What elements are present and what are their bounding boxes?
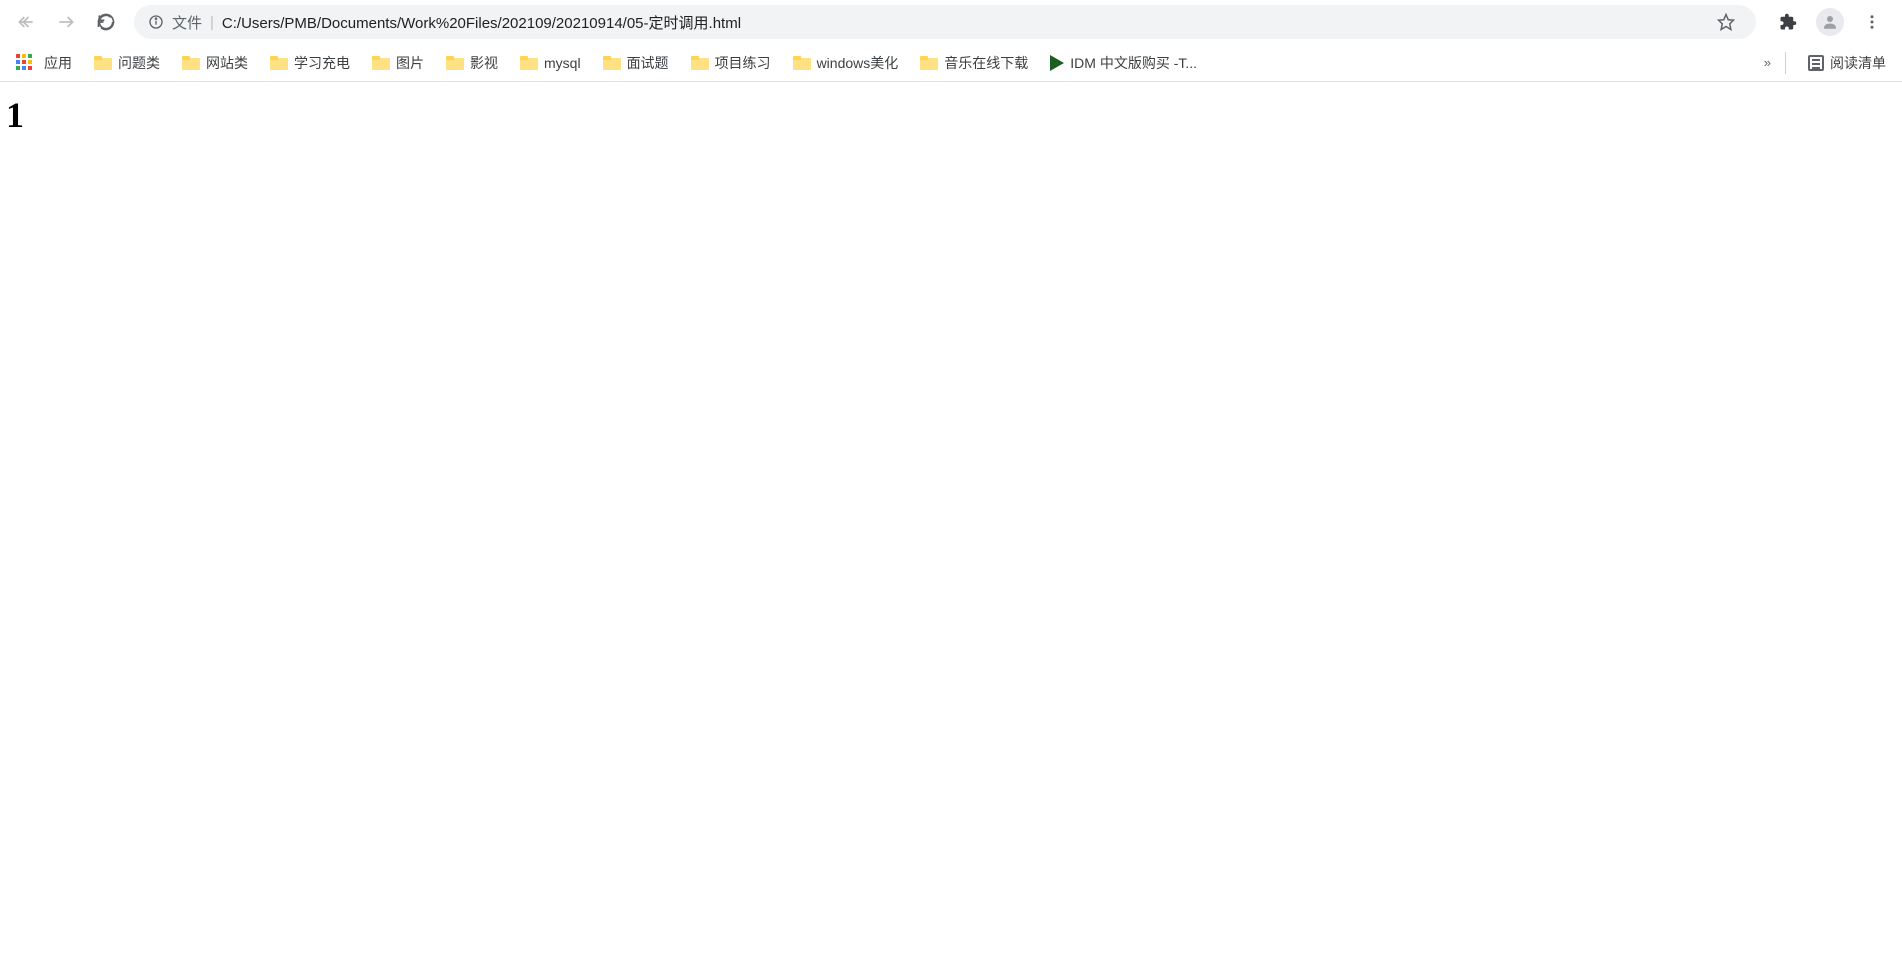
url-prefix: 文件 bbox=[172, 12, 202, 33]
bookmark-star-button[interactable] bbox=[1710, 6, 1742, 38]
divider bbox=[1785, 52, 1786, 74]
kebab-icon bbox=[1863, 13, 1881, 31]
star-icon bbox=[1717, 13, 1735, 31]
reading-list-icon bbox=[1808, 55, 1824, 71]
arrow-right-icon bbox=[56, 12, 76, 32]
apps-button[interactable]: 应用 bbox=[8, 49, 80, 77]
person-icon bbox=[1821, 13, 1839, 31]
folder-icon bbox=[94, 56, 112, 70]
info-icon[interactable] bbox=[148, 14, 164, 30]
reading-list-label: 阅读清单 bbox=[1830, 53, 1886, 73]
bookmark-folder[interactable]: 面试题 bbox=[595, 49, 677, 77]
address-bar[interactable]: 文件 | C:/Users/PMB/Documents/Work%20Files… bbox=[134, 5, 1756, 39]
bookmarks-bar: 应用 问题类 网站类 学习充电 图片 影视 mysql 面试题 项目练习 win… bbox=[0, 44, 1902, 82]
page-content: 1 bbox=[0, 82, 1902, 148]
back-button[interactable] bbox=[8, 4, 44, 40]
bookmark-label: 面试题 bbox=[627, 53, 669, 73]
toolbar-right-icons bbox=[1766, 6, 1894, 38]
bookmark-label: 项目练习 bbox=[715, 53, 771, 73]
bookmark-folder[interactable]: mysql bbox=[512, 51, 589, 75]
play-icon bbox=[1050, 55, 1064, 71]
bookmark-label: mysql bbox=[544, 55, 581, 71]
forward-button[interactable] bbox=[48, 4, 84, 40]
reload-icon bbox=[96, 12, 116, 32]
bookmark-folder[interactable]: 音乐在线下载 bbox=[912, 49, 1036, 77]
page-heading: 1 bbox=[6, 94, 1896, 136]
bookmark-folder[interactable]: 问题类 bbox=[86, 49, 168, 77]
bookmark-folder[interactable]: 影视 bbox=[438, 49, 506, 77]
bookmark-label: 网站类 bbox=[206, 53, 248, 73]
bookmark-label: 学习充电 bbox=[294, 53, 350, 73]
bookmark-label: windows美化 bbox=[817, 53, 899, 73]
folder-icon bbox=[793, 56, 811, 70]
bookmark-label: 影视 bbox=[470, 53, 498, 73]
folder-icon bbox=[691, 56, 709, 70]
bookmarks-right: » 阅读清单 bbox=[1764, 49, 1894, 77]
profile-avatar-button[interactable] bbox=[1816, 8, 1844, 36]
bookmark-folder[interactable]: 网站类 bbox=[174, 49, 256, 77]
reload-button[interactable] bbox=[88, 4, 124, 40]
bookmark-label: IDM 中文版购买 -T... bbox=[1070, 53, 1197, 73]
apps-grid-icon bbox=[16, 54, 34, 72]
url-separator: | bbox=[210, 14, 214, 31]
reading-list-button[interactable]: 阅读清单 bbox=[1800, 49, 1894, 77]
bookmark-label: 问题类 bbox=[118, 53, 160, 73]
bookmark-folder[interactable]: 项目练习 bbox=[683, 49, 779, 77]
extensions-button[interactable] bbox=[1772, 6, 1804, 38]
apps-label: 应用 bbox=[44, 53, 72, 73]
folder-icon bbox=[372, 56, 390, 70]
bookmark-folder[interactable]: 学习充电 bbox=[262, 49, 358, 77]
folder-icon bbox=[603, 56, 621, 70]
bookmark-folder[interactable]: 图片 bbox=[364, 49, 432, 77]
arrow-left-icon bbox=[16, 12, 36, 32]
folder-icon bbox=[182, 56, 200, 70]
bookmark-label: 音乐在线下载 bbox=[944, 53, 1028, 73]
bookmarks-overflow-button[interactable]: » bbox=[1764, 55, 1771, 70]
folder-icon bbox=[446, 56, 464, 70]
bookmark-label: 图片 bbox=[396, 53, 424, 73]
menu-button[interactable] bbox=[1856, 6, 1888, 38]
bookmark-link[interactable]: IDM 中文版购买 -T... bbox=[1042, 49, 1205, 77]
url-text: C:/Users/PMB/Documents/Work%20Files/2021… bbox=[222, 12, 1702, 33]
folder-icon bbox=[920, 56, 938, 70]
browser-toolbar: 文件 | C:/Users/PMB/Documents/Work%20Files… bbox=[0, 0, 1902, 44]
folder-icon bbox=[270, 56, 288, 70]
folder-icon bbox=[520, 56, 538, 70]
puzzle-icon bbox=[1779, 13, 1797, 31]
bookmark-folder[interactable]: windows美化 bbox=[785, 49, 907, 77]
